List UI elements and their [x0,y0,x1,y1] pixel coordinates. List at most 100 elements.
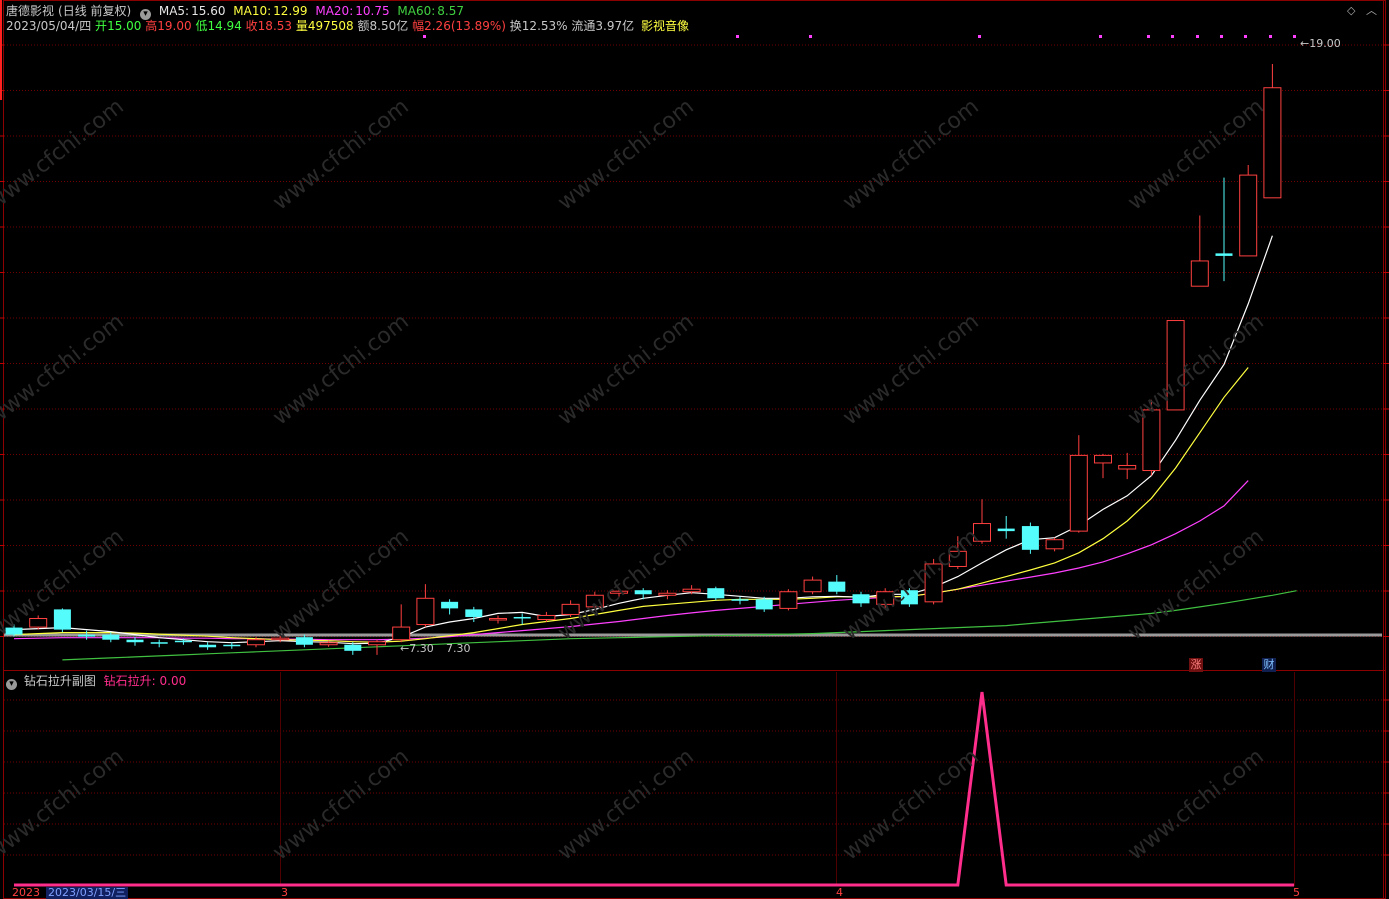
candle-body [1118,464,1137,470]
ma60-value: 8.57 [437,4,465,18]
candle-body [247,639,265,646]
close-value: 18.53 [257,19,293,33]
ma5-value: 15.60 [191,4,226,18]
max-price-label: ←19.00 [1300,37,1341,50]
axis-year-left: 2023 [12,886,40,899]
open-label: 开 [95,19,108,33]
candle-body [319,642,338,646]
signal-dot [1269,35,1272,38]
candle-body [1021,526,1039,550]
candle-body [441,601,459,609]
candle-body [344,644,362,651]
watermark-text: www.cfchi.com [268,309,413,430]
ma5-label: MA5: [158,4,190,18]
candle-body [1239,174,1258,257]
min-price-value-left: 7.30 [409,642,434,655]
indicator-label: 钻石拉升: [103,674,156,688]
candle-body [658,592,677,596]
ma20-label: MA20: [315,4,354,18]
watermark-text: www.cfchi.com [0,94,129,215]
signal-dot [1196,35,1199,38]
candle-body [102,634,120,640]
candle-body [126,639,144,643]
min-price-label-left: ←7.30 [400,642,434,655]
badge-zhang[interactable]: 涨 [1189,658,1203,672]
candle-body [150,642,168,644]
candle-body [223,644,241,647]
amount-value: 8.50亿 [369,19,409,33]
candle-body [1263,87,1282,199]
candle-body [174,640,192,643]
signal-dot [1171,35,1174,38]
candle-body [852,594,870,604]
candle-body [682,588,701,593]
turnover-value: 12.53% [521,19,568,33]
candle-body [489,617,507,621]
quote-info-row: 2023/05/04/四 开15.00 高19.00 低14.94 收18.53… [6,19,689,34]
diamond-icon[interactable]: ◇ [1347,4,1355,17]
max-price-arrow: ← [1300,37,1310,50]
candle-body [295,637,313,645]
candle-body [707,588,725,599]
stock-name: 唐德影视 [6,4,55,18]
candle-body [513,616,531,619]
axis-month-3: 3 [281,886,288,899]
turnover-label: 换 [509,19,522,33]
low-value: 14.94 [207,19,242,33]
change-label: 幅 [412,19,425,33]
candle-body [828,581,846,592]
high-label: 高 [145,19,158,33]
signal-dot [978,35,981,38]
ma20-line [13,480,1249,641]
candle-body [997,528,1015,532]
axis-date-cursor: 2023/03/15/三 [46,886,129,899]
candle-body [392,626,411,641]
candle-body [803,579,822,593]
candle-body [368,641,386,646]
watermark-text: www.cfchi.com [268,524,413,645]
signal-dot [1220,35,1223,38]
float-value: 3.97亿 [595,19,635,33]
candle-body [1215,253,1233,256]
signal-dot [1099,35,1102,38]
ma20-value: 10.75 [355,4,390,18]
main-chart-header: 唐德影视 (日线 前复权) ▾ MA5: 15.60 MA10: 12.99 MA20… [6,3,468,20]
candle-body [29,617,48,628]
candle-body [1069,454,1088,532]
low-label: 低 [195,19,208,33]
amount-label: 额 [357,19,370,33]
candle-body [755,599,773,610]
high-value: 19.00 [157,19,192,33]
ma60-label: MA60: [397,4,436,18]
candle-body [1190,260,1209,287]
sub-chart-header: ▾ 钻石拉升副图 钻石拉升: 0.00 [6,673,187,690]
date-axis: 2023 2023/03/15/三 3 4 5 [0,887,1389,899]
sub-chart-title: 钻石拉升副图 [23,674,96,688]
indicator-value: 0.00 [159,674,187,688]
signal-dot [1244,35,1247,38]
candle-body [731,599,749,601]
kline-chart[interactable]: www.cfchi.com www.cfchi.com www.cfchi.com w… [0,0,1389,899]
min-price-arrow: ← [400,642,410,655]
quote-date: 2023/05/04/四 [6,19,92,33]
watermark-text: www.cfchi.com [553,94,698,215]
signal-dot [1293,35,1296,38]
axis-month-5: 5 [1293,886,1300,899]
badge-cai[interactable]: 财 [1262,658,1276,672]
watermark-text: www.cfchi.com [268,94,413,215]
watermark-text: www.cfchi.com [553,524,698,645]
candle-body [78,634,96,637]
watermark-text: www.cfchi.com [0,309,129,430]
candle-body [416,597,435,626]
candle-body [537,614,556,621]
volume-value: 497508 [307,19,354,33]
chevron-up-icon[interactable]: ︿ [1366,2,1377,18]
ma10-value: 12.99 [273,4,308,18]
sector-name[interactable]: 影视音像 [641,19,689,33]
watermark-text: www.cfchi.com [838,309,983,430]
volume-label: 量 [295,19,308,33]
signal-dot [736,35,739,38]
candle-body [53,609,71,630]
candle-body [779,591,798,609]
sub-settings-icon[interactable]: ▾ [6,679,17,690]
